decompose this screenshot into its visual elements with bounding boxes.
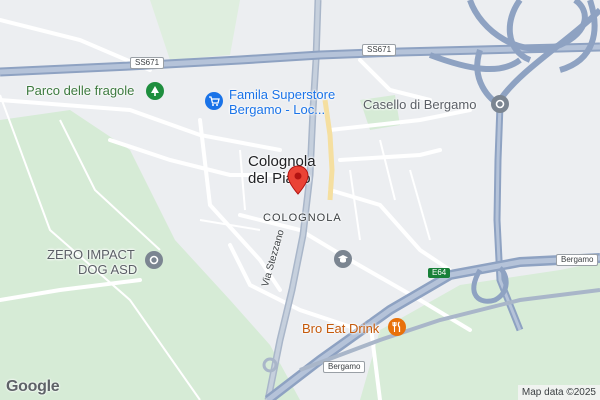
- map-pin-icon[interactable]: [287, 165, 309, 195]
- poi-park-label[interactable]: Parco delle fragole: [26, 83, 134, 98]
- circle-dot-icon[interactable]: [145, 251, 163, 269]
- green-area-north: [150, 0, 240, 60]
- map-canvas[interactable]: SS671 SS671 E64 Bergamo Bergamo Via Stez…: [0, 0, 600, 400]
- shopping-cart-icon[interactable]: [205, 92, 223, 110]
- map-base-layer: [0, 0, 600, 400]
- tree-icon[interactable]: [146, 82, 164, 100]
- poi-restaurant-label[interactable]: Bro Eat Drink: [302, 321, 379, 336]
- ss671-shield-right: SS671: [362, 44, 397, 56]
- map-attribution[interactable]: Map data ©2025: [517, 385, 600, 400]
- district-label: COLOGNOLA: [263, 212, 342, 224]
- google-logo-text: Google: [6, 378, 60, 395]
- poi-store-label-line1[interactable]: Famila Superstore: [229, 87, 335, 102]
- poi-dog-label-line2[interactable]: DOG ASD: [78, 262, 137, 277]
- poi-dog-label-line1[interactable]: ZERO IMPACT: [47, 247, 135, 262]
- ss671-shield-left: SS671: [130, 57, 165, 69]
- circle-dot-icon[interactable]: [491, 95, 509, 113]
- local-road-yellow: [322, 99, 335, 201]
- bergamo-sign-right: Bergamo: [556, 254, 599, 266]
- fork-knife-icon[interactable]: [388, 318, 406, 336]
- bergamo-sign-bottom: Bergamo: [323, 361, 366, 373]
- google-logo[interactable]: Google: [6, 378, 60, 396]
- e64-shield: E64: [428, 268, 451, 278]
- graduation-cap-icon[interactable]: [334, 250, 352, 268]
- poi-toll-label[interactable]: Casello di Bergamo: [363, 97, 476, 112]
- poi-store-label-line2[interactable]: Bergamo - Loc...: [229, 102, 325, 117]
